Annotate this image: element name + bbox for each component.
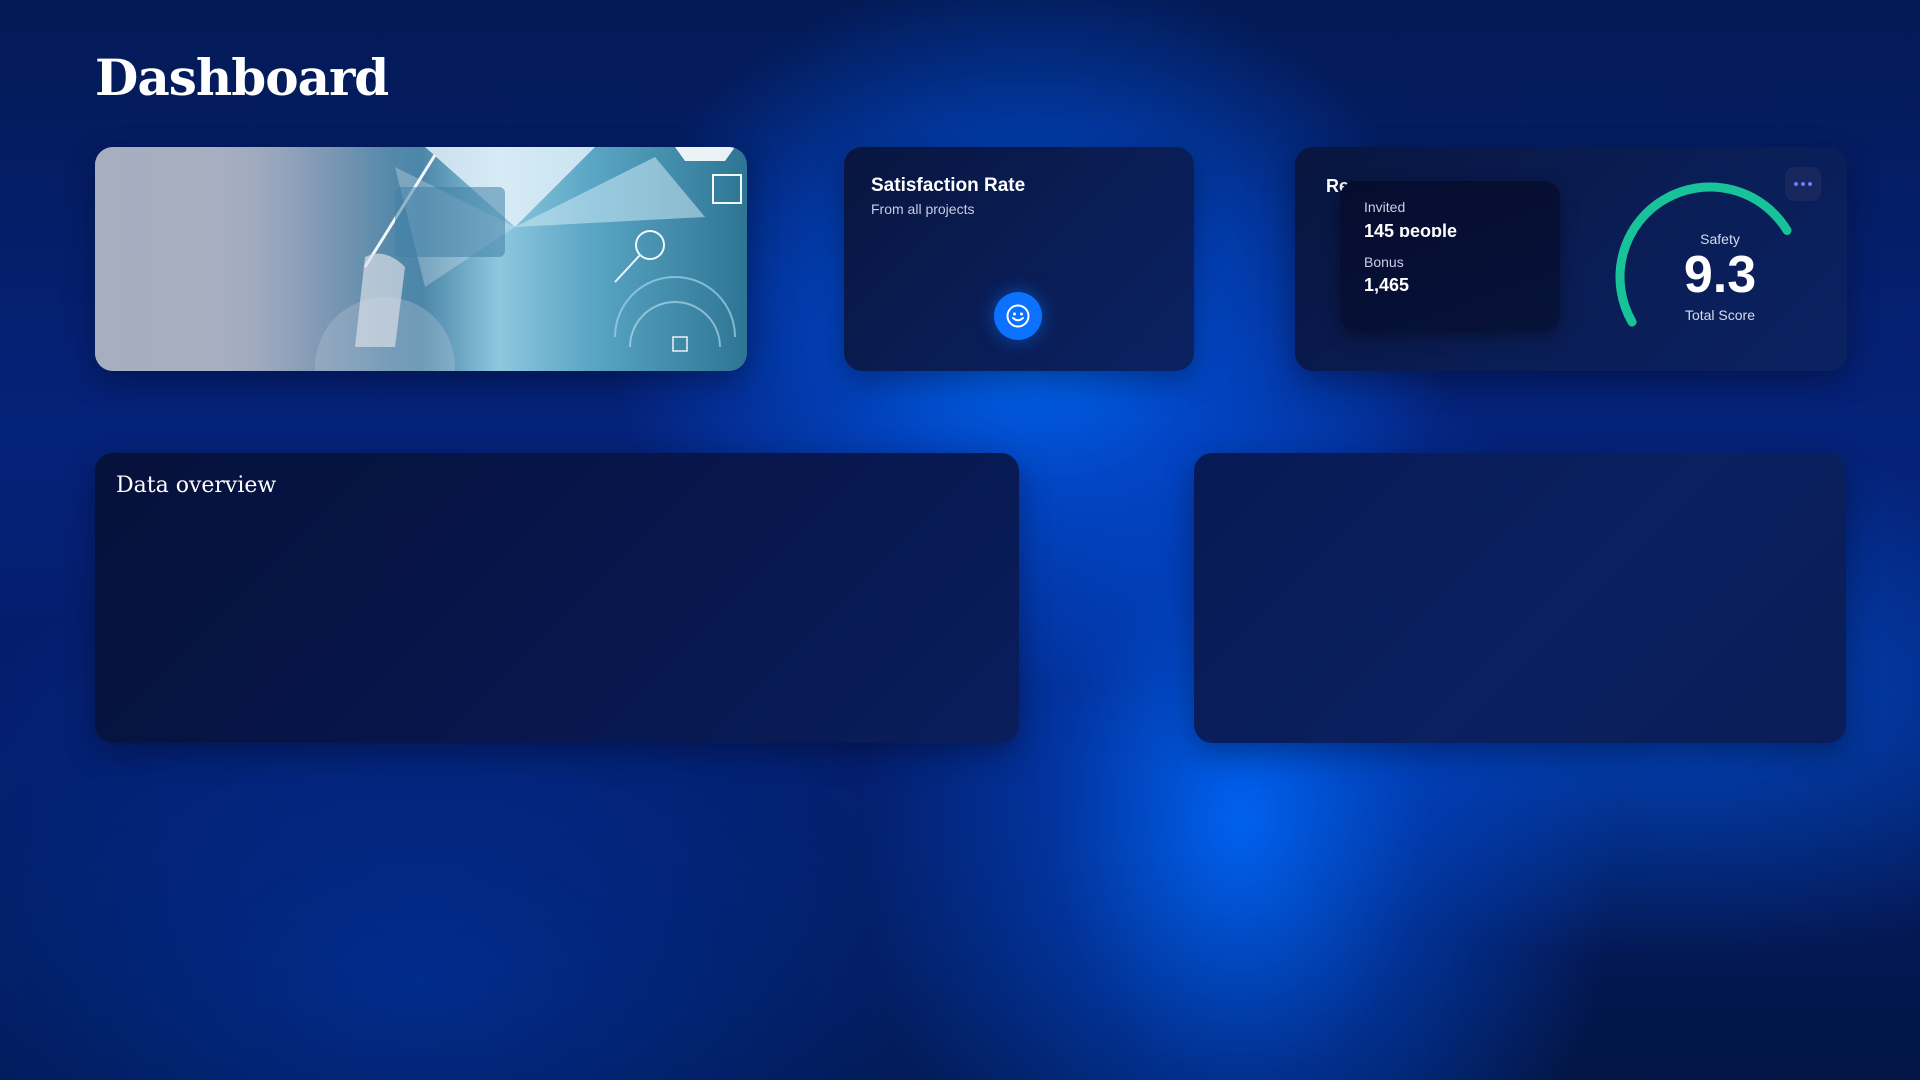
- hero-image: [95, 147, 747, 371]
- satisfaction-card: Satisfaction Rate From all projects: [844, 147, 1194, 371]
- more-dots-icon[interactable]: [1785, 167, 1821, 201]
- smile-icon[interactable]: [994, 292, 1042, 340]
- secondary-card: [1194, 453, 1846, 743]
- data-overview-card: Data overview: [95, 453, 1019, 743]
- data-overview-title: Data overview: [116, 473, 277, 498]
- referral-stats-panel: Invited 145 people Bonus 1,465: [1340, 181, 1560, 331]
- bonus-value: 1,465: [1364, 275, 1410, 295]
- referral-card: Re Invited 145 people Bonus 1,465 Safety…: [1295, 147, 1847, 371]
- invited-value: 145 people: [1364, 221, 1458, 237]
- gauge-sublabel: Total Score: [1684, 307, 1756, 323]
- gauge-value: 9.3: [1683, 246, 1757, 304]
- satisfaction-subtitle: From all projects: [871, 201, 975, 217]
- bonus-label: Bonus: [1364, 254, 1404, 270]
- invited-label: Invited: [1364, 199, 1406, 215]
- hero-image-card: [95, 147, 747, 371]
- page-title: Dashboard: [95, 48, 389, 107]
- satisfaction-title: Satisfaction Rate: [871, 175, 1026, 196]
